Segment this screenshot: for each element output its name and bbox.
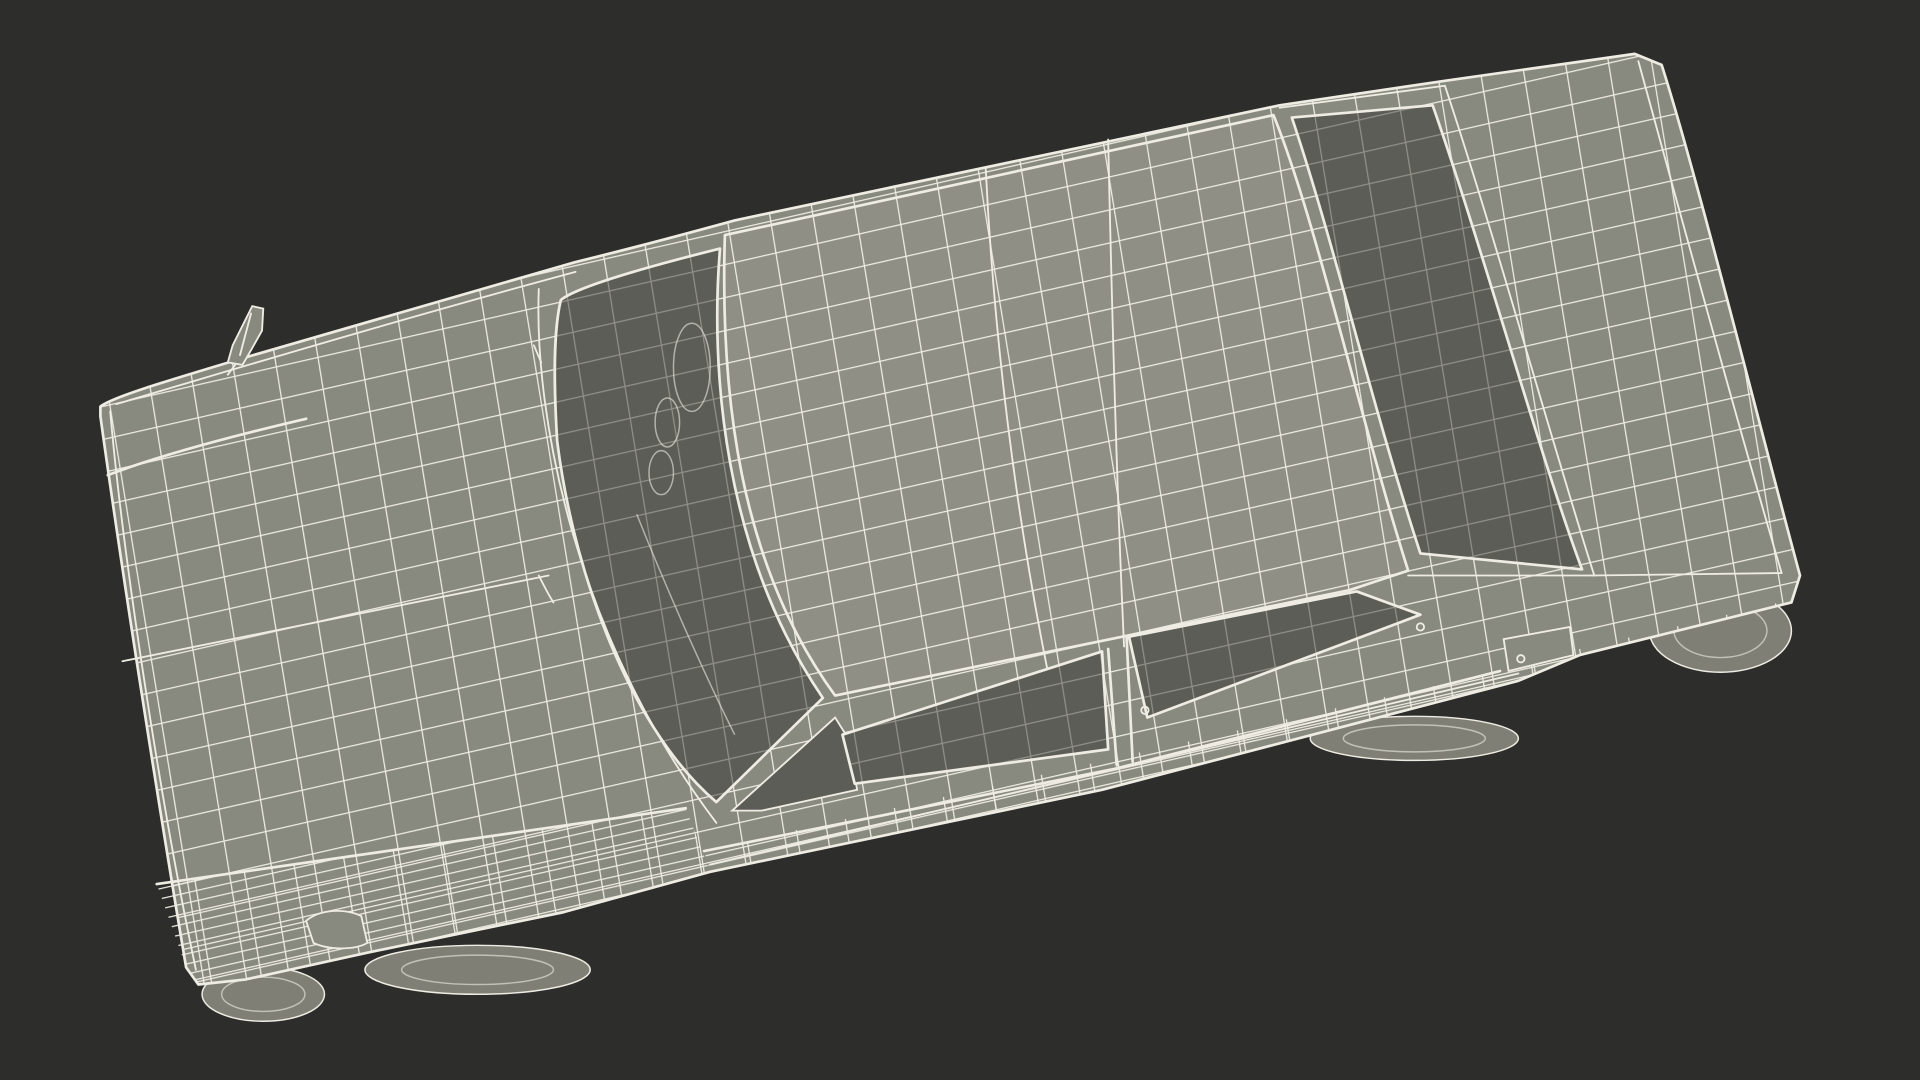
render-viewport (0, 0, 1920, 1080)
car-wireframe-model (99, 52, 1802, 1022)
front-right-wheel (364, 944, 591, 996)
mirror-right (305, 910, 369, 950)
